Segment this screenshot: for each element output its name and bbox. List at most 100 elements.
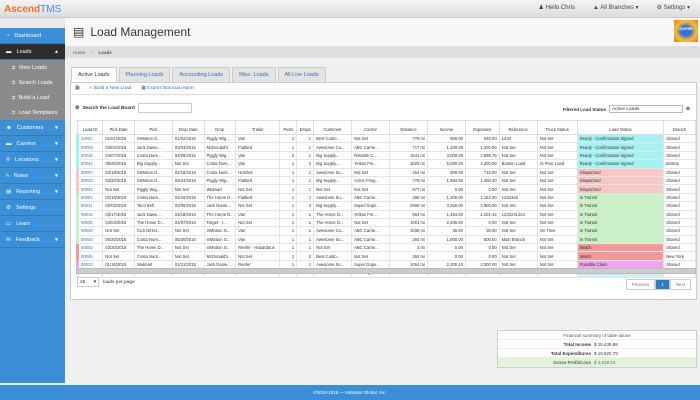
previous-button[interactable]: Previous: [625, 279, 656, 290]
sidebar-item-dashboard[interactable]: ◔ Dashboard: [0, 28, 65, 44]
next-button[interactable]: Next: [669, 279, 691, 290]
cell-load-id[interactable]: 00018: [75, 150, 104, 161]
breadcrumb-home[interactable]: Home: [73, 50, 85, 55]
column-header-trailer[interactable]: Trailer: [235, 120, 281, 135]
sidebar-item-feedback[interactable]: ✉ Feedback ▼: [0, 232, 65, 248]
cell-distance: 664 mi: [389, 209, 428, 219]
settings-dropdown[interactable]: ⚙ Settings ▾: [657, 4, 690, 11]
build-load-button[interactable]: + Build a New Load: [90, 86, 132, 91]
table-row[interactable]: 00007 02/18/2015 InMotion G... 02/18/2015 Co…: [75, 167, 696, 177]
column-header-distance[interactable]: Distance: [389, 120, 428, 135]
cell-load-id[interactable]: 00043: [75, 234, 104, 245]
sidebar-item-learn[interactable]: ▭ Learn: [0, 216, 65, 232]
table-row[interactable]: 00018 04/07/2015 Costa Nurs... 04/09/2015 Pi…: [75, 150, 696, 161]
sidebar-item-loads[interactable]: ▬ Loads ▲: [0, 44, 65, 60]
cell-load-id[interactable]: 00002: [75, 243, 104, 253]
cell-picks: 1: [279, 142, 298, 152]
table-row[interactable]: 00016 03/17/2015 Jack Danie... 03/18/2015 Th…: [75, 209, 696, 219]
cell-load-id[interactable]: 00032: [75, 184, 104, 194]
cell-trailer: Not Set: [235, 184, 281, 194]
tab-active-loads[interactable]: Active Loads: [71, 67, 117, 82]
sidebar-item-rates[interactable]: ϟ Rates ▼: [0, 168, 65, 184]
column-header-income[interactable]: Income: [426, 120, 466, 135]
table-row[interactable]: 00011 02/02/2015 Taco Bell 02/06/2015 Jack D…: [75, 201, 696, 211]
cell-branch: Shared: [663, 234, 696, 245]
table-row[interactable]: 00044 05/20/2015 Big Supply... Not Set Costa…: [75, 159, 696, 169]
sidebar-item-settings[interactable]: ⚙ Settings: [0, 200, 65, 216]
tab-accounting-loads[interactable]: Accounting Loads: [172, 67, 231, 82]
column-header-drops[interactable]: Drops: [296, 120, 315, 135]
table-row[interactable]: 00032 Not Set Piggly Wig... Not Set Walmart N…: [75, 184, 696, 194]
sidebar-item-reporting[interactable]: ▤ Reporting ▼: [0, 184, 65, 200]
tab-all-live-loads[interactable]: All Live Loads: [277, 67, 326, 82]
cell-load-id[interactable]: 00009: [75, 142, 104, 152]
column-header-load-status[interactable]: Load Status: [576, 120, 665, 135]
page-1-button[interactable]: 1: [655, 279, 670, 290]
user-menu[interactable]: ♟ Hello Chris: [539, 4, 575, 11]
cell-expenses: 1,400.40: [464, 175, 500, 186]
cell-load-id[interactable]: 00007: [75, 167, 104, 177]
column-header-picks[interactable]: Picks: [279, 120, 298, 135]
app-logo[interactable]: AscendTMS: [4, 4, 61, 15]
column-header-drop[interactable]: Drop: [203, 120, 237, 135]
column-header-drop-date[interactable]: Drop Date: [171, 120, 205, 135]
cell-load-id[interactable]: 10001: [75, 133, 104, 144]
search-input[interactable]: [137, 103, 192, 113]
table-row[interactable]: 00009 03/02/2015 Jack Danie... 03/03/2015 Mc…: [75, 142, 696, 152]
sidebar-subitem-view-loads[interactable]: ➲ View Loads: [0, 60, 65, 75]
cell-trailer: Flatbed: [235, 175, 281, 186]
table-row[interactable]: 00001 02/16/2015 Costa Nurs... 02/16/2015 Th…: [75, 192, 696, 203]
cell-load-id[interactable]: 00044: [75, 159, 104, 169]
cell-drop-date: Not Set: [171, 159, 205, 169]
column-header-carrier[interactable]: Carrier: [351, 120, 391, 135]
table-row[interactable]: 00045 Not Set Costa Nurs... Not Set McDonald…: [75, 251, 696, 261]
load-status-select[interactable]: Active Loads: [608, 105, 683, 113]
cell-income: 1,400.00: [426, 142, 466, 152]
cell-load-id[interactable]: 00011: [75, 201, 104, 211]
cell-load-id[interactable]: 00016: [75, 209, 104, 219]
table-row[interactable]: 00043 05/20/2015 Costa Nurs... 05/20/2015 In…: [75, 234, 696, 245]
horizontal-scrollbar[interactable]: [76, 268, 696, 274]
column-header-branch[interactable]: Branch: [663, 120, 696, 135]
cell-load-status: In Transit: [576, 192, 665, 203]
table-row[interactable]: 00023 03/20/2015 InMotion G... 03/24/2015 Pi…: [75, 175, 696, 186]
column-header-pick[interactable]: Pick: [133, 120, 173, 135]
column-header-expenses[interactable]: Expenses: [464, 120, 500, 135]
sidebar-subitem-search-loads[interactable]: ➲ Search Loads: [0, 75, 65, 90]
cell-drops: 2: [296, 159, 315, 169]
cell-branch: Shared: [663, 192, 696, 203]
calendar-icon[interactable]: ▦: [75, 86, 80, 91]
cell-drop-date: Not Set: [171, 243, 205, 253]
sidebar-item-customers[interactable]: ☻ Customers ▼: [0, 120, 65, 136]
table-row[interactable]: 10001 01/01/2015 InMotion G... 01/02/2015 Pi…: [75, 133, 696, 144]
sidebar-item-locations[interactable]: ⚲ Locations ▼: [0, 152, 65, 168]
table-row[interactable]: 00002 02/20/2015 The Home D... Not Set InMot…: [75, 243, 696, 253]
sidebar-item-carriers[interactable]: ▬ Carriers ▼: [0, 136, 65, 152]
column-header-reference[interactable]: Reference: [498, 120, 538, 135]
gear-icon[interactable]: ⚙: [686, 106, 690, 112]
column-header-load-id[interactable]: Load ID: [76, 120, 104, 135]
column-header-truck-status[interactable]: Truck Status: [536, 120, 578, 135]
column-header-pick-date[interactable]: Pick Date: [102, 120, 135, 135]
cell-load-id[interactable]: 00045: [75, 251, 104, 261]
cell-load-id[interactable]: 00040: [75, 226, 104, 236]
export-report-button[interactable]: ▦ Export financial report: [141, 86, 194, 91]
cell-load-id[interactable]: 00023: [75, 175, 104, 186]
branches-dropdown[interactable]: ▲ All Branches ▾: [593, 4, 639, 11]
circle-arrow-icon: ➲: [11, 109, 16, 116]
tab-misc-loads[interactable]: Misc. Loads: [232, 67, 276, 82]
cell-pick-date: 02/02/2015: [102, 201, 135, 211]
cell-load-id[interactable]: 00001: [75, 192, 104, 203]
per-page-select[interactable]: 25 ▾: [77, 277, 99, 287]
table-row[interactable]: 00036 04/03/2015 The Home D... 04/07/2015 Ta…: [75, 217, 696, 228]
sidebar-subitem-load-templates[interactable]: ➲ Load Templates: [0, 105, 65, 120]
cell-load-id[interactable]: 00036: [75, 217, 104, 228]
sidebar-subitem-build-a-load[interactable]: ➲ Build a Load: [0, 90, 65, 105]
tab-planning-loads[interactable]: Planning Loads: [118, 67, 171, 82]
column-header-customer[interactable]: Customer: [313, 120, 353, 135]
cell-picks: 1: [279, 251, 298, 261]
chevron-icon: ▲: [54, 48, 59, 55]
table-row[interactable]: 00040 Not Set CLS Direct... Not Set InMotion…: [75, 226, 696, 236]
cell-drop: Target - I...: [203, 217, 237, 228]
cell-income: 0.00: [426, 243, 466, 253]
